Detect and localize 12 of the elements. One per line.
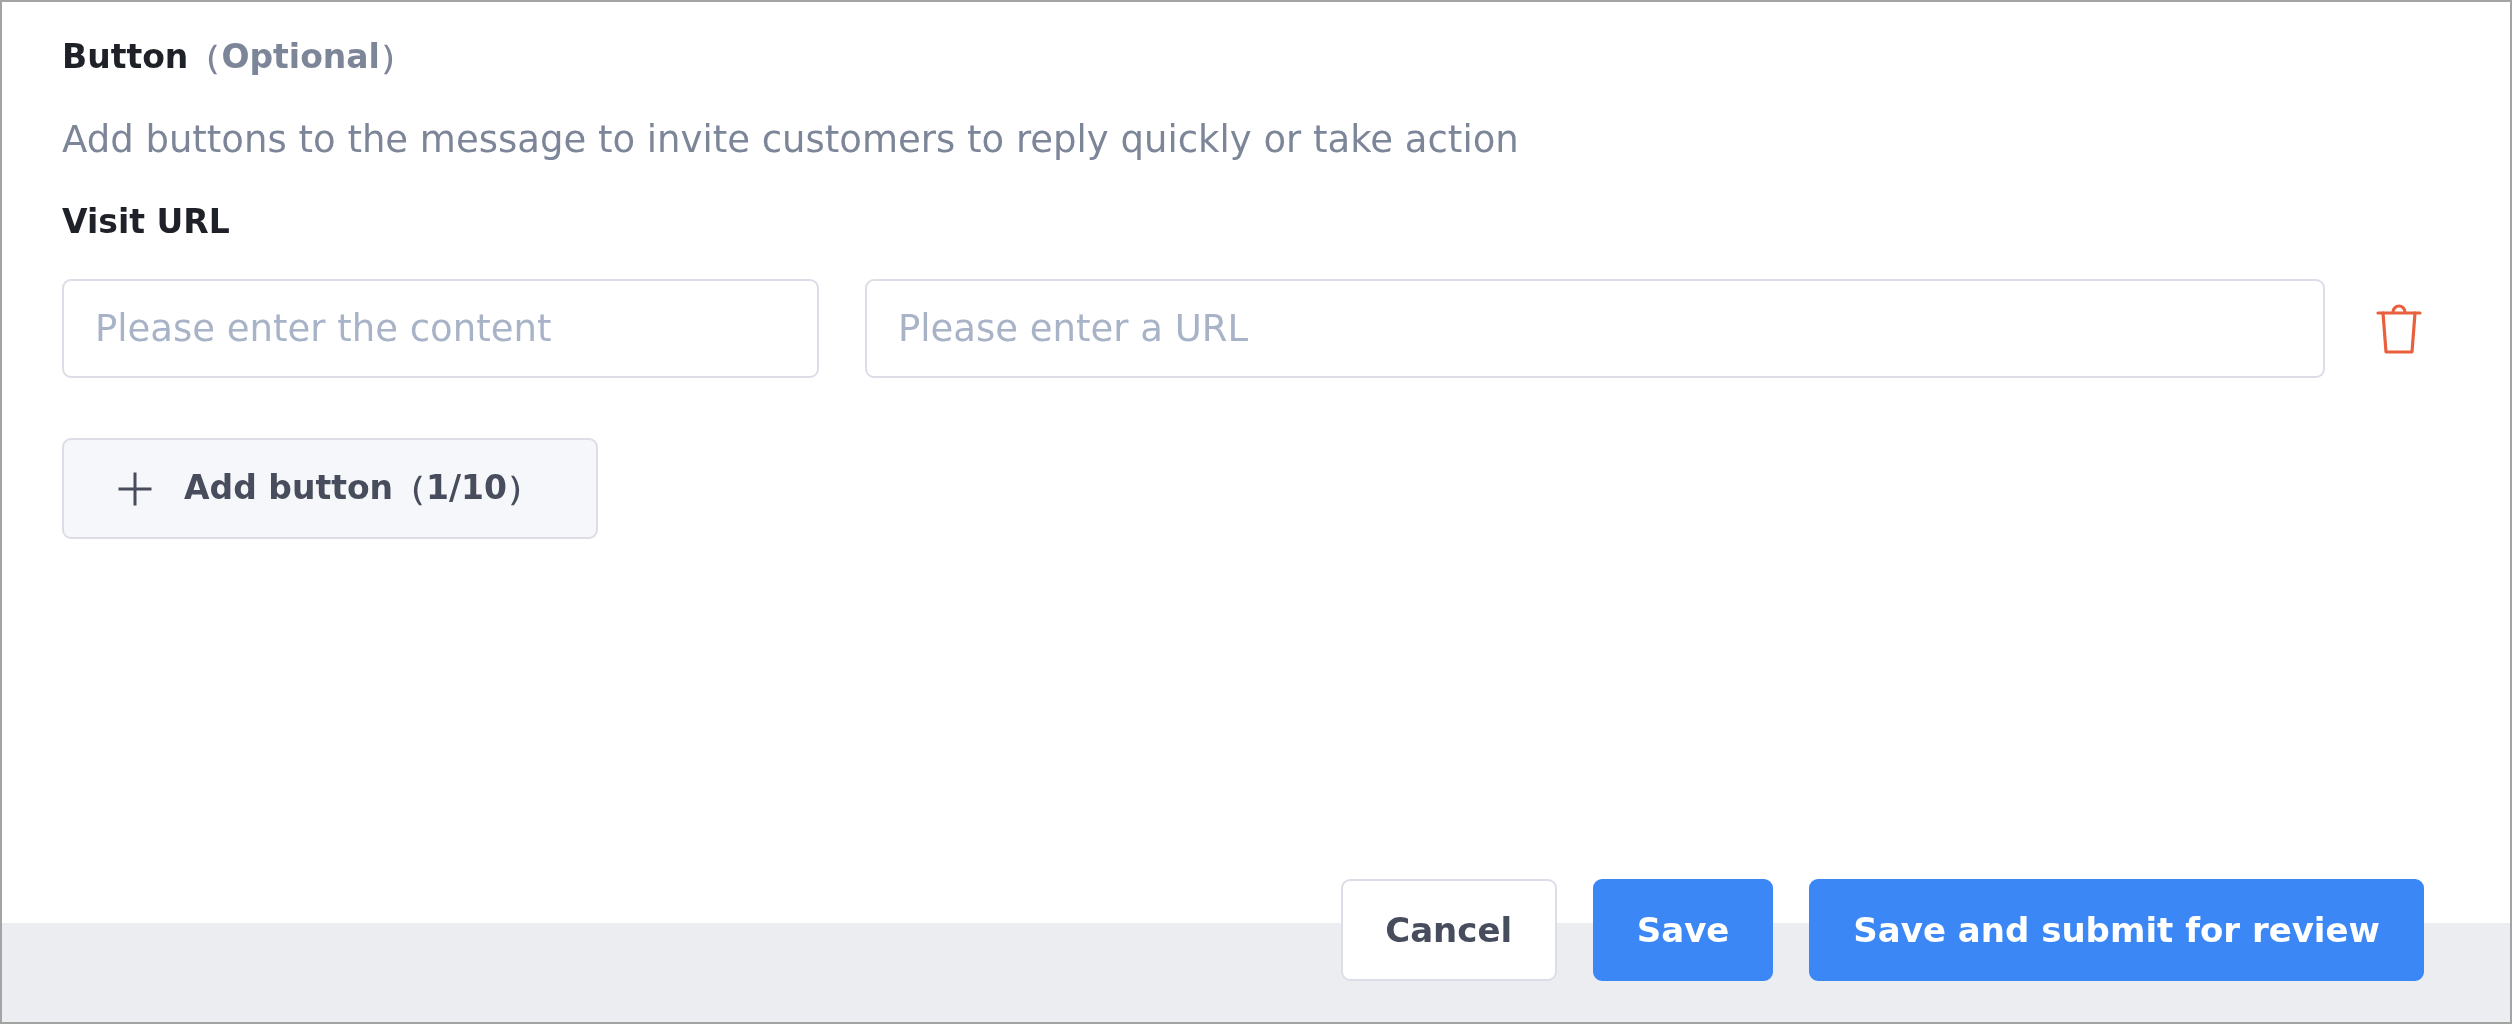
url-input-field[interactable]: Please enter a URL [865, 279, 2325, 378]
section-title: Button [62, 36, 189, 78]
optional-note: （Optional） [188, 36, 413, 78]
cancel-button[interactable]: Cancel [1340, 879, 1557, 981]
content-input-field[interactable]: Please enter the content [62, 279, 819, 378]
primary-button[interactable]: Save and submit for review [1809, 879, 2424, 981]
primary-button[interactable]: Save [1592, 879, 1774, 981]
button-type-label: Visit URL [62, 201, 230, 243]
add-button[interactable]: Add button（1/10） [62, 438, 598, 539]
trash-icon[interactable] [2376, 302, 2422, 355]
plus-icon [118, 471, 152, 506]
section-description: Add buttons to the message to invite customers to reply quickly or take action [62, 117, 1519, 163]
